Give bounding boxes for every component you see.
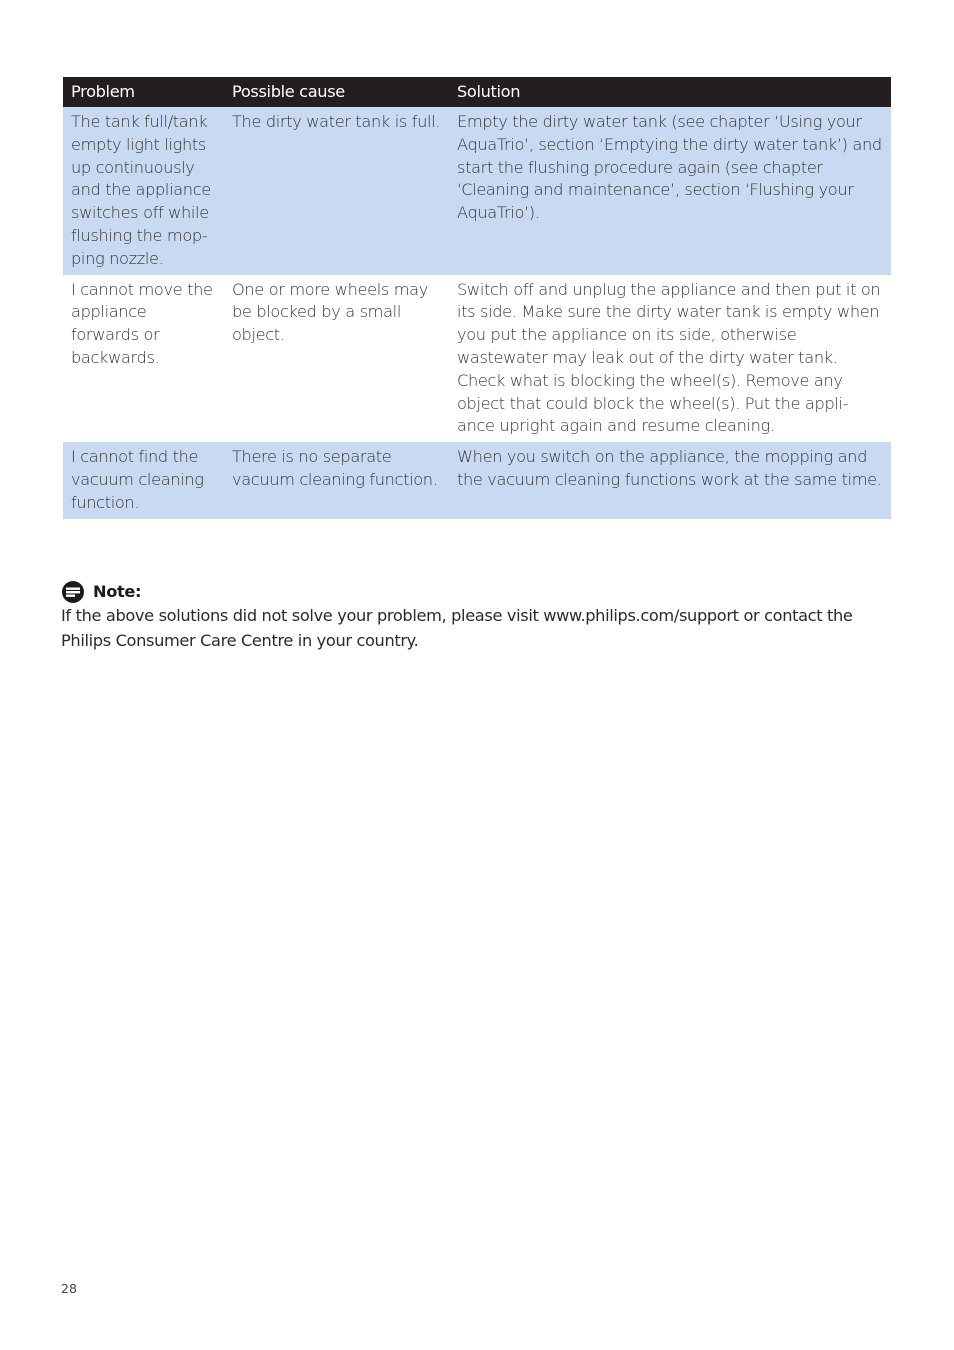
solution-cell: Empty the dirty water tank (see chapter … [449, 107, 891, 275]
table-row: I cannot find the vacuum cleaning functi… [63, 442, 891, 519]
cause-cell: One or more wheels may be blocked by a s… [224, 274, 449, 443]
cause-cell: There is no separate vacuum cleaning fun… [224, 442, 449, 519]
troubleshooting-table: Problem Possible cause Solution The tank… [63, 77, 891, 519]
note-heading: Note: [61, 580, 901, 604]
header-problem: Problem [63, 77, 224, 107]
header-possible-cause: Possible cause [224, 77, 449, 107]
table-row: The tank full/tank empty light lights up… [63, 107, 891, 275]
page-number: 28 [61, 1281, 77, 1296]
note-title: Note: [93, 581, 142, 601]
table-row: I cannot move the appliance forwards or … [63, 274, 891, 443]
note-icon [62, 581, 84, 603]
problem-cell: I cannot move the appliance forwards or … [63, 274, 224, 443]
solution-cell: Switch off and unplug the appliance and … [449, 274, 891, 443]
header-solution: Solution [449, 77, 891, 107]
problem-cell: I cannot find the vacuum cleaning functi… [63, 442, 224, 519]
problem-cell: The tank full/tank empty light lights up… [63, 107, 224, 275]
table-header-row: Problem Possible cause Solution [63, 77, 891, 107]
cause-cell: The dirty water tank is full. [224, 107, 449, 275]
manual-page: Problem Possible cause Solution The tank… [0, 0, 954, 1350]
solution-cell: When you switch on the appliance, the mo… [449, 442, 891, 519]
note-block: Note: If the above solutions did not sol… [61, 580, 901, 653]
note-text: If the above solutions did not solve you… [61, 606, 853, 650]
